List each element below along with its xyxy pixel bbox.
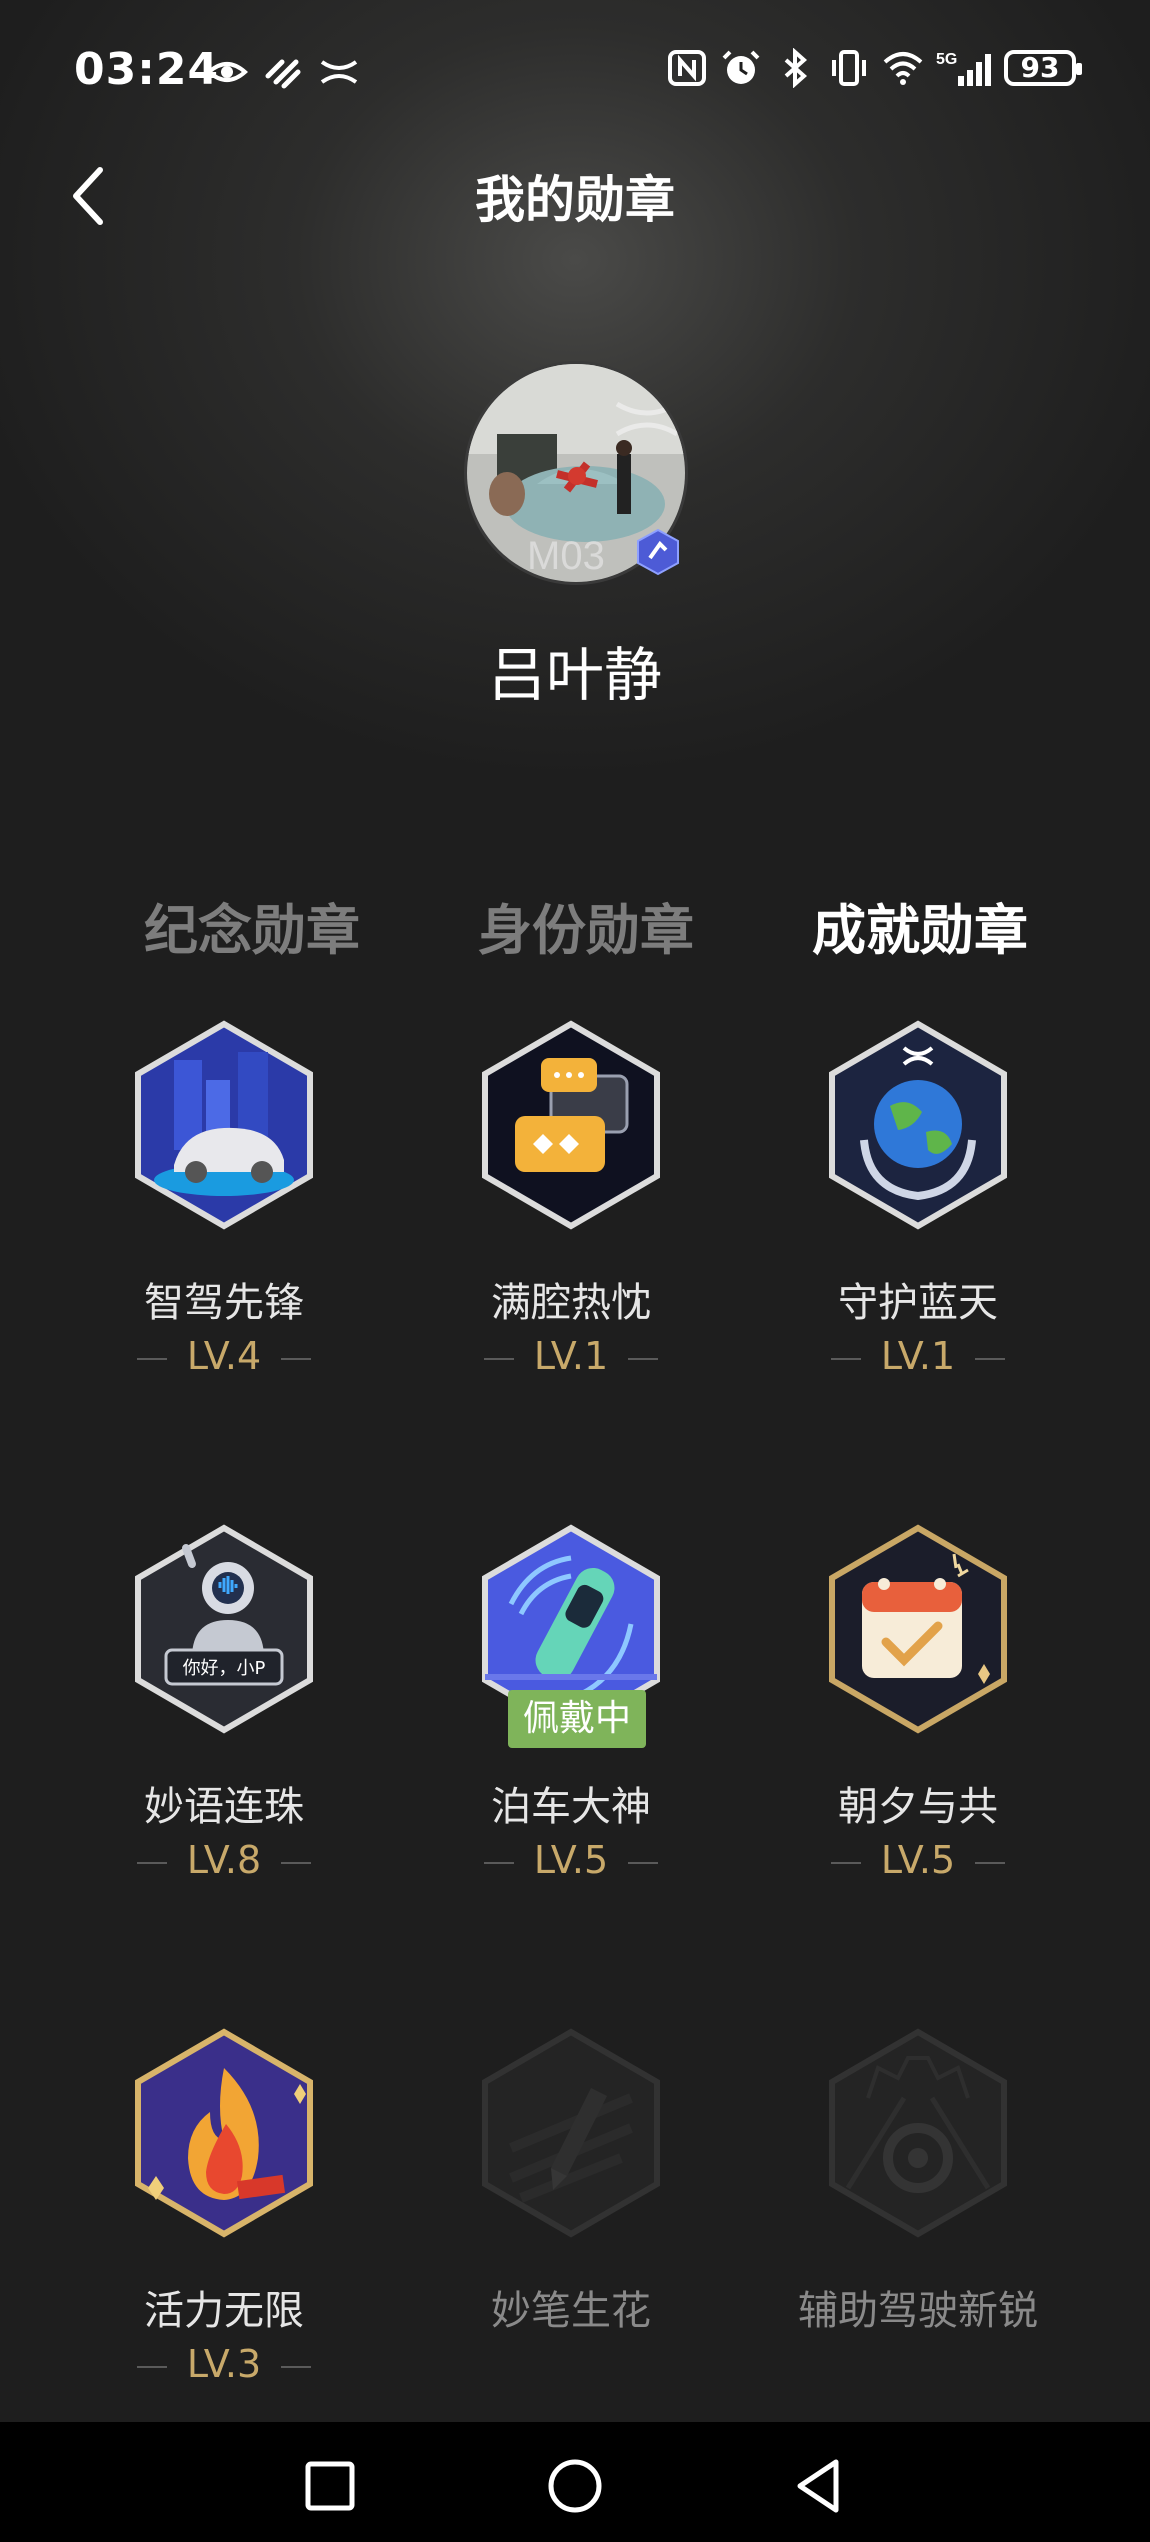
earth-hands-icon: [829, 1020, 1007, 1230]
badge-day-and-night[interactable]: 朝夕与共 LV.5: [768, 1524, 1068, 1944]
badge-name: 妙语连珠: [144, 1784, 304, 1830]
system-navigation-bar: [0, 2422, 1150, 2542]
recent-apps-icon[interactable]: [300, 2456, 360, 2516]
pen-icon: [482, 2028, 660, 2238]
page-title: 我的勋章: [475, 171, 675, 229]
badge-level: LV.1: [421, 1334, 721, 1378]
badge-level: LV.5: [421, 1838, 721, 1882]
bluetooth-icon: [784, 48, 808, 88]
svg-text:M03: M03: [527, 534, 605, 578]
signal-app-icon: [265, 59, 301, 89]
wifi-icon: [883, 52, 923, 85]
back-icon[interactable]: [790, 2456, 850, 2516]
badge-name: 满腔热忱: [491, 1280, 651, 1326]
voice-assistant-icon: 你好，小P: [135, 1524, 313, 1734]
badge-eloquent[interactable]: 你好，小P 妙语连珠 LV.8: [74, 1524, 374, 1944]
svg-text:你好，小P: 你好，小P: [183, 1658, 266, 1679]
flame-icon: [135, 2028, 313, 2238]
wearing-status-badge: 佩戴中: [508, 1690, 646, 1748]
eye-icon: [206, 62, 248, 82]
badge-level: LV.8: [74, 1838, 374, 1882]
badge-name: 辅助驾驶新锐: [798, 2288, 1038, 2334]
badge-assisted-driving-rookie[interactable]: 辅助驾驶新锐: [768, 2028, 1068, 2448]
badge-level: LV.5: [768, 1838, 1068, 1882]
status-time: 03:24: [74, 44, 220, 95]
steering-road-icon: [829, 2028, 1007, 2238]
battery-icon: 93: [1004, 50, 1082, 86]
vibrate-icon: [832, 50, 866, 86]
badge-level: LV.3: [74, 2342, 374, 2386]
brand-icon: [320, 60, 358, 84]
badge-name: 妙笔生花: [491, 2288, 651, 2334]
badge-brilliant-pen[interactable]: 妙笔生花: [421, 2028, 721, 2448]
badge-name: 泊车大神: [491, 1784, 651, 1830]
status-bar: 03:24 5G 93: [0, 0, 1150, 150]
badge-enthusiasm[interactable]: 满腔热忱 LV.1: [421, 1020, 721, 1440]
tab-achievement[interactable]: 成就勋章: [812, 886, 1028, 965]
avatar-level-badge-icon: [637, 528, 679, 576]
badge-name: 智驾先锋: [144, 1280, 304, 1326]
nfc-icon: [668, 50, 706, 86]
badge-name: 朝夕与共: [838, 1784, 998, 1830]
tab-memorial[interactable]: 纪念勋章: [144, 886, 360, 965]
calendar-check-icon: [829, 1524, 1007, 1734]
username: 吕叶静: [487, 641, 662, 709]
badge-name: 活力无限: [144, 2288, 304, 2334]
badge-name: 守护蓝天: [838, 1280, 998, 1326]
alarm-icon: [722, 50, 760, 84]
chat-bubbles-icon: [482, 1020, 660, 1230]
smart-driving-car-icon: [135, 1020, 313, 1230]
tab-identity[interactable]: 身份勋章: [478, 886, 694, 965]
svg-text:5G: 5G: [936, 51, 957, 68]
badge-level: LV.1: [768, 1334, 1068, 1378]
badge-smart-driving[interactable]: 智驾先锋 LV.4: [74, 1020, 374, 1440]
cell-signal-icon: 5G: [936, 51, 991, 86]
badge-level: LV.4: [74, 1334, 374, 1378]
badge-vitality[interactable]: 活力无限 LV.3: [74, 2028, 374, 2448]
badge-protect-sky[interactable]: 守护蓝天 LV.1: [768, 1020, 1068, 1440]
home-icon[interactable]: [545, 2456, 605, 2516]
